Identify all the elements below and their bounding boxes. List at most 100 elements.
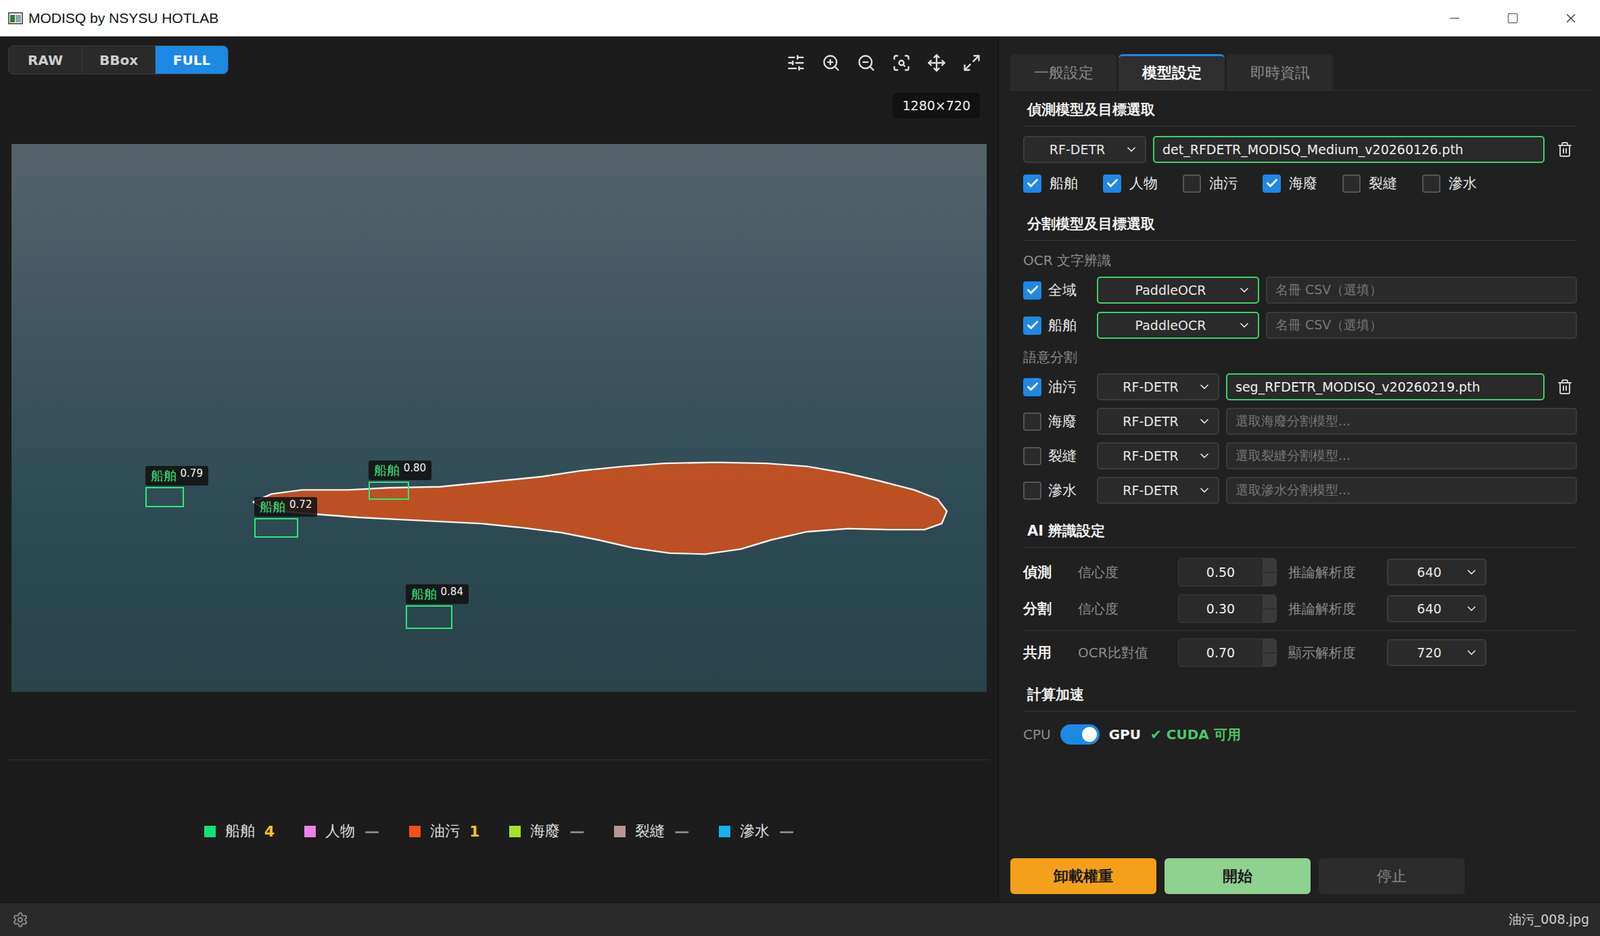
setting-label: OCR比對值: [1077, 643, 1179, 663]
zoom-out-icon: [856, 53, 876, 73]
cpu-label: CPU: [1023, 726, 1051, 743]
checkbox[interactable]: [1023, 174, 1042, 193]
target-checkbox[interactable]: 人物: [1102, 173, 1183, 193]
ocr-engine-select[interactable]: PaddleOCR: [1096, 311, 1260, 339]
video-frame: 船舶0.79船舶0.80船舶0.72船舶0.84: [11, 144, 987, 692]
semantic-checkbox[interactable]: [1023, 412, 1042, 431]
spinner-down[interactable]: [1262, 653, 1277, 667]
seg-weight-field[interactable]: 選取裂縫分割模型...: [1226, 442, 1578, 470]
resolution-select[interactable]: 720: [1386, 639, 1487, 667]
action-button[interactable]: 卸載權重: [1010, 858, 1157, 894]
checkbox[interactable]: [1102, 174, 1122, 193]
target-checkbox[interactable]: 船舶: [1023, 173, 1103, 193]
close-button[interactable]: [1541, 0, 1600, 37]
legend-count: 4: [264, 822, 275, 840]
spinner-down[interactable]: [1262, 572, 1277, 587]
number-spinner[interactable]: 0.70: [1178, 638, 1277, 667]
legend-swatch: [409, 825, 421, 838]
app-logo-icon: [8, 10, 23, 26]
view-mode-button[interactable]: RAW: [8, 45, 82, 74]
ocr-checkbox[interactable]: [1023, 281, 1042, 300]
number-spinner[interactable]: 0.50: [1178, 557, 1277, 587]
target-checkbox[interactable]: 滲水: [1422, 173, 1502, 193]
weight-file-field[interactable]: det_RFDETR_MODISQ_Medium_v20260126.pth: [1153, 135, 1545, 163]
seg-model-select[interactable]: RF-DETR: [1096, 407, 1220, 435]
target-label: 海廢: [1288, 173, 1318, 193]
remove-weight-button[interactable]: [1552, 141, 1578, 158]
oil-mask-icon: [11, 144, 987, 692]
spinner-up[interactable]: [1262, 595, 1277, 609]
csv-field[interactable]: 名冊 CSV（選填）: [1265, 276, 1578, 304]
ai-setting-row: 偵測信心度0.50推論解析度640: [1023, 557, 1578, 587]
spinner-up[interactable]: [1262, 558, 1277, 573]
spinner-value[interactable]: 0.50: [1178, 558, 1263, 586]
minimize-button[interactable]: [1425, 0, 1484, 37]
seg-model-select[interactable]: RF-DETR: [1096, 373, 1220, 401]
spinner-arrows: [1262, 558, 1277, 586]
legend-swatch: [509, 825, 521, 838]
viewer-toolbar: RAWBBoxFULL: [0, 36, 999, 78]
checkbox[interactable]: [1182, 174, 1202, 193]
app-window: MODISQ by NSYSU HOTLABRAWBBoxFULL1280×72…: [0, 0, 1600, 936]
remove-weight-button[interactable]: [1552, 378, 1578, 395]
legend-count: —: [364, 822, 380, 840]
detection-label: 船舶0.79: [145, 465, 209, 486]
tab[interactable]: 一般設定: [1010, 54, 1117, 90]
check-icon: [1265, 176, 1279, 191]
seg-model-select[interactable]: RF-DETR: [1096, 442, 1220, 470]
spinner-arrows: [1262, 639, 1277, 667]
ocr-engine-select[interactable]: PaddleOCR: [1096, 276, 1260, 304]
action-button[interactable]: 開始: [1164, 858, 1311, 894]
detection-box: 船舶0.84: [405, 605, 453, 629]
chevron-down-icon: [1237, 283, 1252, 297]
legend-name: 海廢: [530, 820, 560, 842]
semantic-checkbox[interactable]: [1023, 481, 1042, 500]
sliders-icon: [786, 53, 806, 73]
ocr-checkbox[interactable]: [1023, 316, 1042, 335]
legend-item: 人物—: [304, 820, 380, 842]
semantic-row: 裂縫RF-DETR選取裂縫分割模型...: [1023, 442, 1578, 470]
semantic-checkbox[interactable]: [1023, 378, 1042, 397]
legend-name: 油污: [430, 820, 460, 842]
number-spinner[interactable]: 0.30: [1178, 594, 1277, 623]
seg-weight-field[interactable]: 選取海廢分割模型...: [1226, 407, 1578, 435]
detection-box: 船舶0.79: [145, 486, 185, 508]
pan-button[interactable]: [926, 52, 947, 74]
seg-weight-field[interactable]: 選取滲水分割模型...: [1226, 476, 1578, 504]
fullscreen-button[interactable]: [961, 52, 982, 74]
tab[interactable]: 模型設定: [1118, 54, 1225, 90]
spinner-down[interactable]: [1262, 609, 1277, 623]
acceleration-row: CPUGPU✔ CUDA 可用: [1023, 720, 1578, 748]
gpu-toggle[interactable]: [1060, 724, 1100, 745]
checkbox[interactable]: [1262, 174, 1281, 193]
target-checkbox[interactable]: 海廢: [1262, 173, 1343, 193]
spinner-value[interactable]: 0.30: [1178, 595, 1263, 623]
zoom-in-button[interactable]: [820, 52, 842, 74]
target-checkbox[interactable]: 裂縫: [1342, 173, 1423, 193]
semantic-checkbox[interactable]: [1023, 446, 1042, 466]
view-mode-button[interactable]: FULL: [154, 45, 228, 74]
gear-icon[interactable]: [12, 911, 29, 928]
detection-label: 船舶0.72: [254, 497, 318, 517]
csv-field[interactable]: 名冊 CSV（選填）: [1265, 311, 1578, 339]
spinner-up[interactable]: [1262, 639, 1277, 653]
tab[interactable]: 即時資訊: [1226, 54, 1333, 90]
seg-model-select[interactable]: RF-DETR: [1096, 476, 1220, 504]
target-label: 裂縫: [1368, 173, 1398, 193]
ocr-label: 船舶: [1048, 315, 1091, 335]
zoom-fit-button[interactable]: [891, 52, 912, 74]
view-mode-button[interactable]: BBox: [81, 45, 155, 74]
resolution-select[interactable]: 640: [1386, 595, 1487, 623]
status-file: 油污_008.jpg: [1508, 910, 1590, 929]
model-type-select[interactable]: RF-DETR: [1023, 135, 1147, 163]
seg-weight-field[interactable]: seg_RFDETR_MODISQ_v20260219.pth: [1226, 373, 1545, 401]
resolution-select[interactable]: 640: [1386, 558, 1487, 586]
adjust-button[interactable]: [785, 52, 807, 74]
zoom-out-button[interactable]: [856, 52, 877, 74]
maximize-button[interactable]: [1483, 0, 1542, 37]
checkbox[interactable]: [1342, 174, 1361, 193]
target-checkbox[interactable]: 油污: [1182, 173, 1263, 193]
checkbox[interactable]: [1422, 174, 1441, 193]
spinner-value[interactable]: 0.70: [1178, 639, 1263, 667]
legend-item: 油污1: [409, 820, 480, 842]
